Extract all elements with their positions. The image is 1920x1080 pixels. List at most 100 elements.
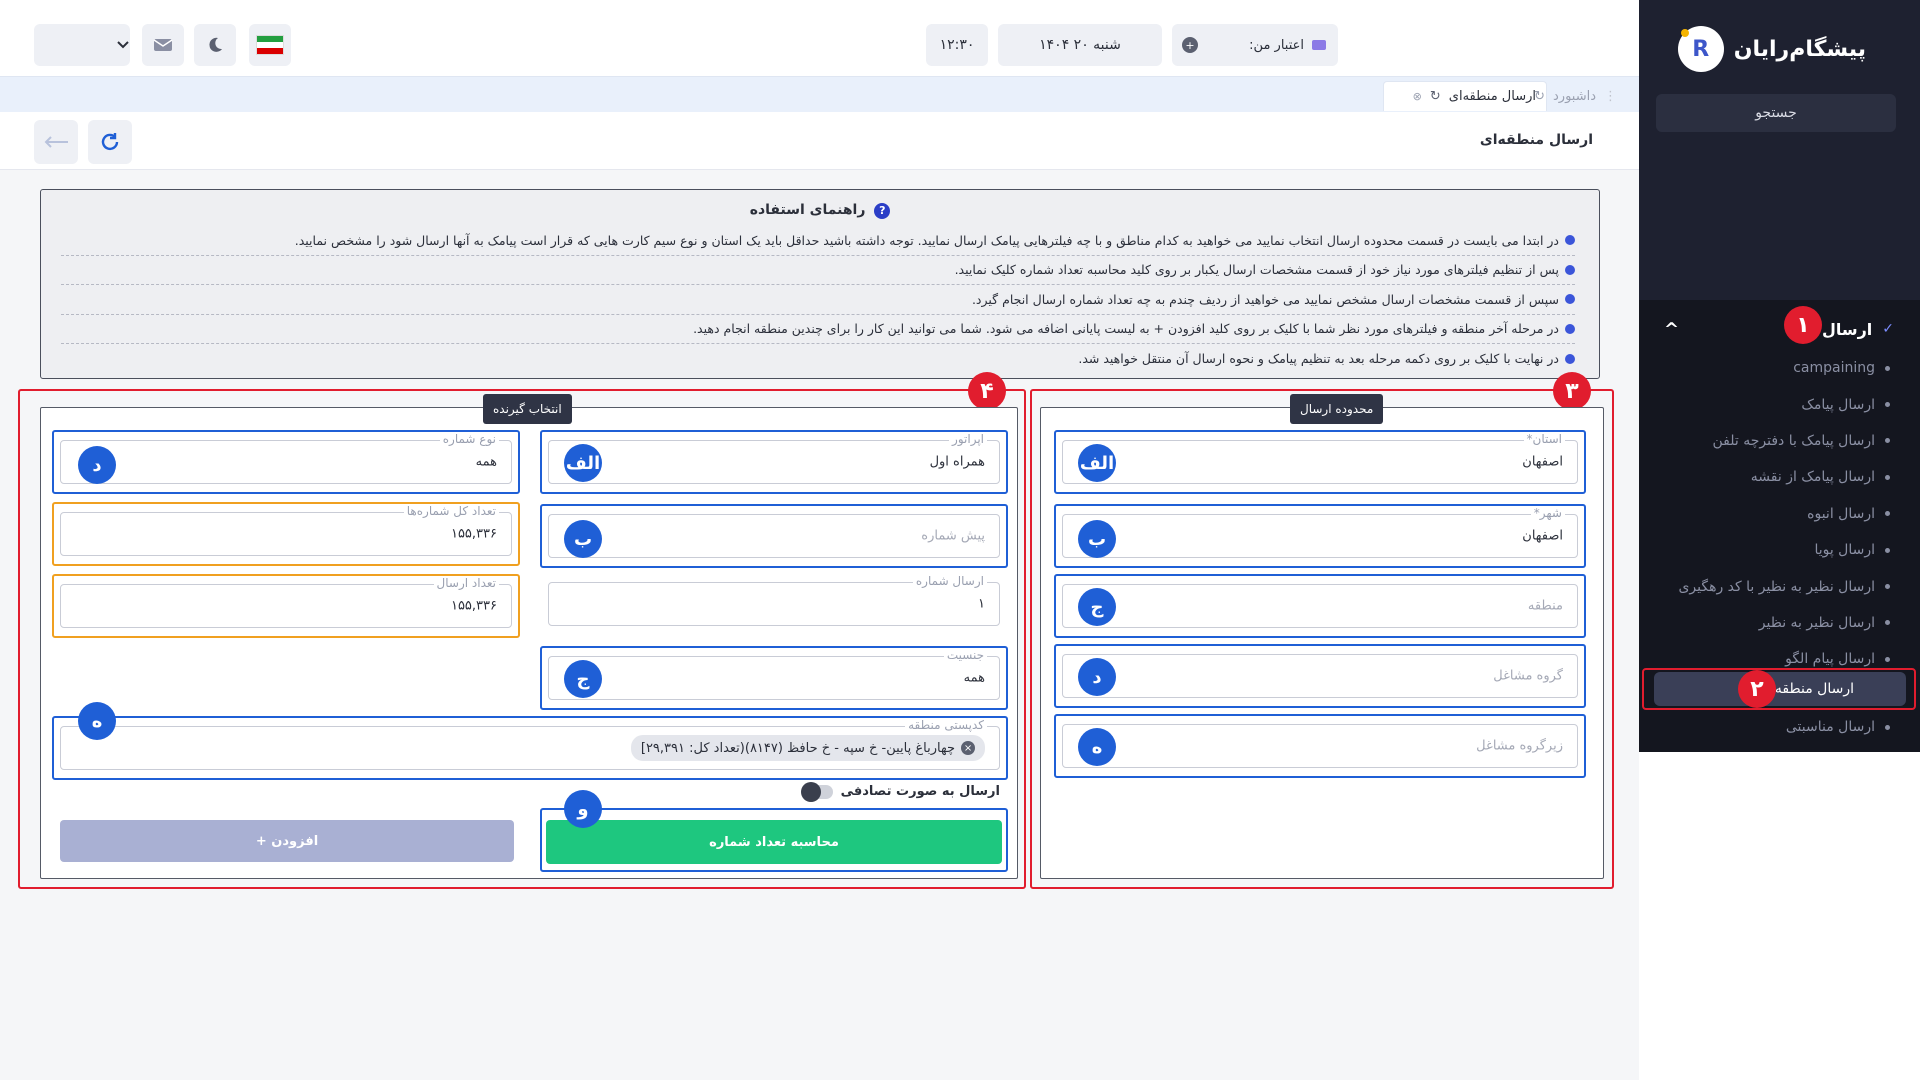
add-credit-icon[interactable]: + <box>1182 37 1198 53</box>
sidebar: پیشگام‌رایان R جستجو ✓ ارسال ^ ۱ campain… <box>1639 0 1920 1080</box>
badge-jim: ج <box>564 660 602 698</box>
page-title: ارسال منطقه‌ای <box>1479 132 1593 148</box>
tabs-row: ارسال منطقه‌ای ↻ ⊗ ⋮ داشبورد ↻ <box>0 76 1639 112</box>
arrow-left-icon <box>44 136 68 148</box>
bullet-icon <box>1885 365 1890 371</box>
guide-line: در مرحله آخر منطقه و فیلترهای مورد نظر ش… <box>61 315 1575 344</box>
messages-button[interactable] <box>142 24 184 66</box>
badge-he: ه <box>1078 728 1116 766</box>
language-flag-button[interactable] <box>249 24 291 66</box>
calculate-count-button[interactable]: محاسبه تعداد شماره <box>546 820 1002 864</box>
sidebar-item-regional-send[interactable]: ارسال منطقه‌ای <box>1654 672 1906 706</box>
profile-dropdown[interactable] <box>34 24 130 66</box>
province-field[interactable]: استان* اصفهان الف <box>1054 430 1586 494</box>
bullet-icon <box>1885 620 1890 626</box>
help-icon: ? <box>874 202 891 219</box>
random-send-toggle-row[interactable]: ارسال به صورت تصادفی <box>800 781 1000 802</box>
callout-3: ۳ <box>1553 372 1591 410</box>
date-display: شنبه ۲۰ ۱۴۰۴ <box>998 24 1162 66</box>
chevron-up-icon[interactable]: ^ <box>1664 319 1679 340</box>
guide-title: ? راهنمای استفاده <box>41 202 1599 219</box>
time-display: ۱۲:۳۰ <box>926 24 988 66</box>
back-button[interactable] <box>34 120 78 164</box>
sidebar-item[interactable]: ارسال پیامک با دفترچه تلفن <box>1660 423 1890 459</box>
number-type-field[interactable]: نوع شماره همه د <box>52 430 520 494</box>
bullet-icon <box>1565 294 1575 305</box>
sidebar-item[interactable]: ارسال مناسبتی <box>1660 712 1890 742</box>
bullet-icon <box>1885 402 1890 408</box>
sidebar-search-input[interactable]: جستجو <box>1656 94 1896 132</box>
brand[interactable]: پیشگام‌رایان R <box>1677 26 1866 72</box>
region-field[interactable]: منطقه ج <box>1054 574 1586 638</box>
remove-chip-icon[interactable]: × <box>961 741 975 755</box>
operator-field[interactable]: اپراتور همراه اول الف <box>540 430 1008 494</box>
tab-dashboard[interactable]: ⋮ داشبورد ↻ <box>1534 81 1627 111</box>
badge-alef: الف <box>1078 444 1116 482</box>
sidebar-item[interactable]: ارسال انبوه <box>1660 496 1890 532</box>
sidebar-item[interactable]: ارسال نظیر به نظیر <box>1660 605 1890 641</box>
send-count-field[interactable]: تعداد ارسال ۱۵۵,۳۳۶ <box>52 574 520 638</box>
badge-dal: د <box>78 446 116 484</box>
job-subgroup-field[interactable]: زیرگروه مشاغل ه <box>1054 714 1586 778</box>
sidebar-item[interactable]: ارسال پیامک <box>1660 386 1890 422</box>
page-header: ارسال منطقه‌ای <box>0 112 1639 170</box>
sidebar-item[interactable]: ارسال نظیر به نظیر با کد رهگیری <box>1660 568 1890 604</box>
sidebar-section-title: ارسال <box>1821 319 1873 339</box>
guide-line: در ابتدا می بایست در قسمت محدوده ارسال ا… <box>61 226 1575 256</box>
bullet-icon <box>1885 724 1890 730</box>
drag-handle-icon: ⋮ <box>1604 88 1617 104</box>
bullet-icon <box>1565 235 1575 246</box>
bullet-icon <box>1885 474 1890 480</box>
range-panel-label: محدوده ارسال <box>1290 394 1384 424</box>
random-send-toggle[interactable] <box>800 781 833 802</box>
brand-name: پیشگام‌رایان <box>1733 36 1866 62</box>
badge-be: ب <box>1078 520 1116 558</box>
credit-box[interactable]: اعتبار من: + <box>1172 24 1338 66</box>
sidebar-items: campaining ارسال پیامک ارسال پیامک با دف… <box>1660 350 1890 678</box>
refresh-button[interactable] <box>88 120 132 164</box>
refresh-icon[interactable]: ↻ <box>1534 89 1545 104</box>
brand-logo-icon: R <box>1677 26 1724 72</box>
badge-jim: ج <box>1078 588 1116 626</box>
calc-button-frame: محاسبه تعداد شماره و <box>540 790 1008 872</box>
topbar: اعتبار من: + شنبه ۲۰ ۱۴۰۴ ۱۲:۳۰ <box>0 0 1639 76</box>
sidebar-section-send[interactable]: ✓ ارسال ^ <box>1664 314 1894 344</box>
city-field[interactable]: شهر* اصفهان ب <box>1054 504 1586 568</box>
tab-regional-send[interactable]: ارسال منطقه‌ای ↻ ⊗ <box>1383 81 1547 111</box>
mail-icon <box>153 39 173 51</box>
close-icon[interactable]: ⊗ <box>1413 90 1422 103</box>
bullet-icon <box>1885 584 1890 590</box>
sidebar-item[interactable]: ارسال پویا <box>1660 532 1890 568</box>
bullet-icon <box>1565 353 1575 364</box>
badge-he: ه <box>78 702 116 740</box>
sidebar-item[interactable]: ارسال پیامک از نقشه <box>1660 459 1890 495</box>
add-button[interactable]: افزودن + <box>60 820 514 862</box>
postal-chip[interactable]: × چهارباغ پایین- خ سپه - خ حافظ (۸۱۴۷)(ت… <box>630 735 985 761</box>
iran-flag-icon <box>256 35 284 55</box>
dark-mode-button[interactable] <box>194 24 236 66</box>
badge-dal: د <box>1078 658 1116 696</box>
refresh-icon <box>101 133 119 151</box>
badge-be: ب <box>564 520 602 558</box>
badge-vav: و <box>564 790 602 828</box>
badge-alef: الف <box>564 444 602 482</box>
send-number-field[interactable]: ارسال شماره ۱ <box>540 572 1008 636</box>
wallet-icon <box>1312 40 1326 50</box>
prefix-field[interactable]: پیش شماره ب <box>540 504 1008 568</box>
callout-2: ۲ <box>1738 670 1776 708</box>
postal-code-field[interactable]: کدپستی منطقه × چهارباغ پایین- خ سپه - خ … <box>52 702 1008 780</box>
random-send-label: ارسال به صورت تصادفی <box>840 784 1000 799</box>
moon-icon <box>209 37 222 52</box>
gender-field[interactable]: جنسیت همه ج <box>540 646 1008 710</box>
credit-label: اعتبار من: <box>1249 37 1304 53</box>
refresh-icon[interactable]: ↻ <box>1430 89 1441 104</box>
job-group-field[interactable]: گروه مشاغل د <box>1054 644 1586 708</box>
total-count-field: تعداد کل شماره‌ها ۱۵۵,۳۳۶ <box>52 502 520 566</box>
usage-guide: ? راهنمای استفاده در ابتدا می بایست در ق… <box>40 189 1600 379</box>
callout-1: ۱ <box>1784 306 1822 344</box>
bullet-icon <box>1885 438 1890 444</box>
bullet-icon <box>1565 323 1575 334</box>
sidebar-item[interactable]: campaining <box>1660 350 1890 386</box>
guide-line: سپس از قسمت مشخصات ارسال مشخص نمایید می … <box>61 285 1575 315</box>
bullet-icon <box>1885 511 1890 517</box>
